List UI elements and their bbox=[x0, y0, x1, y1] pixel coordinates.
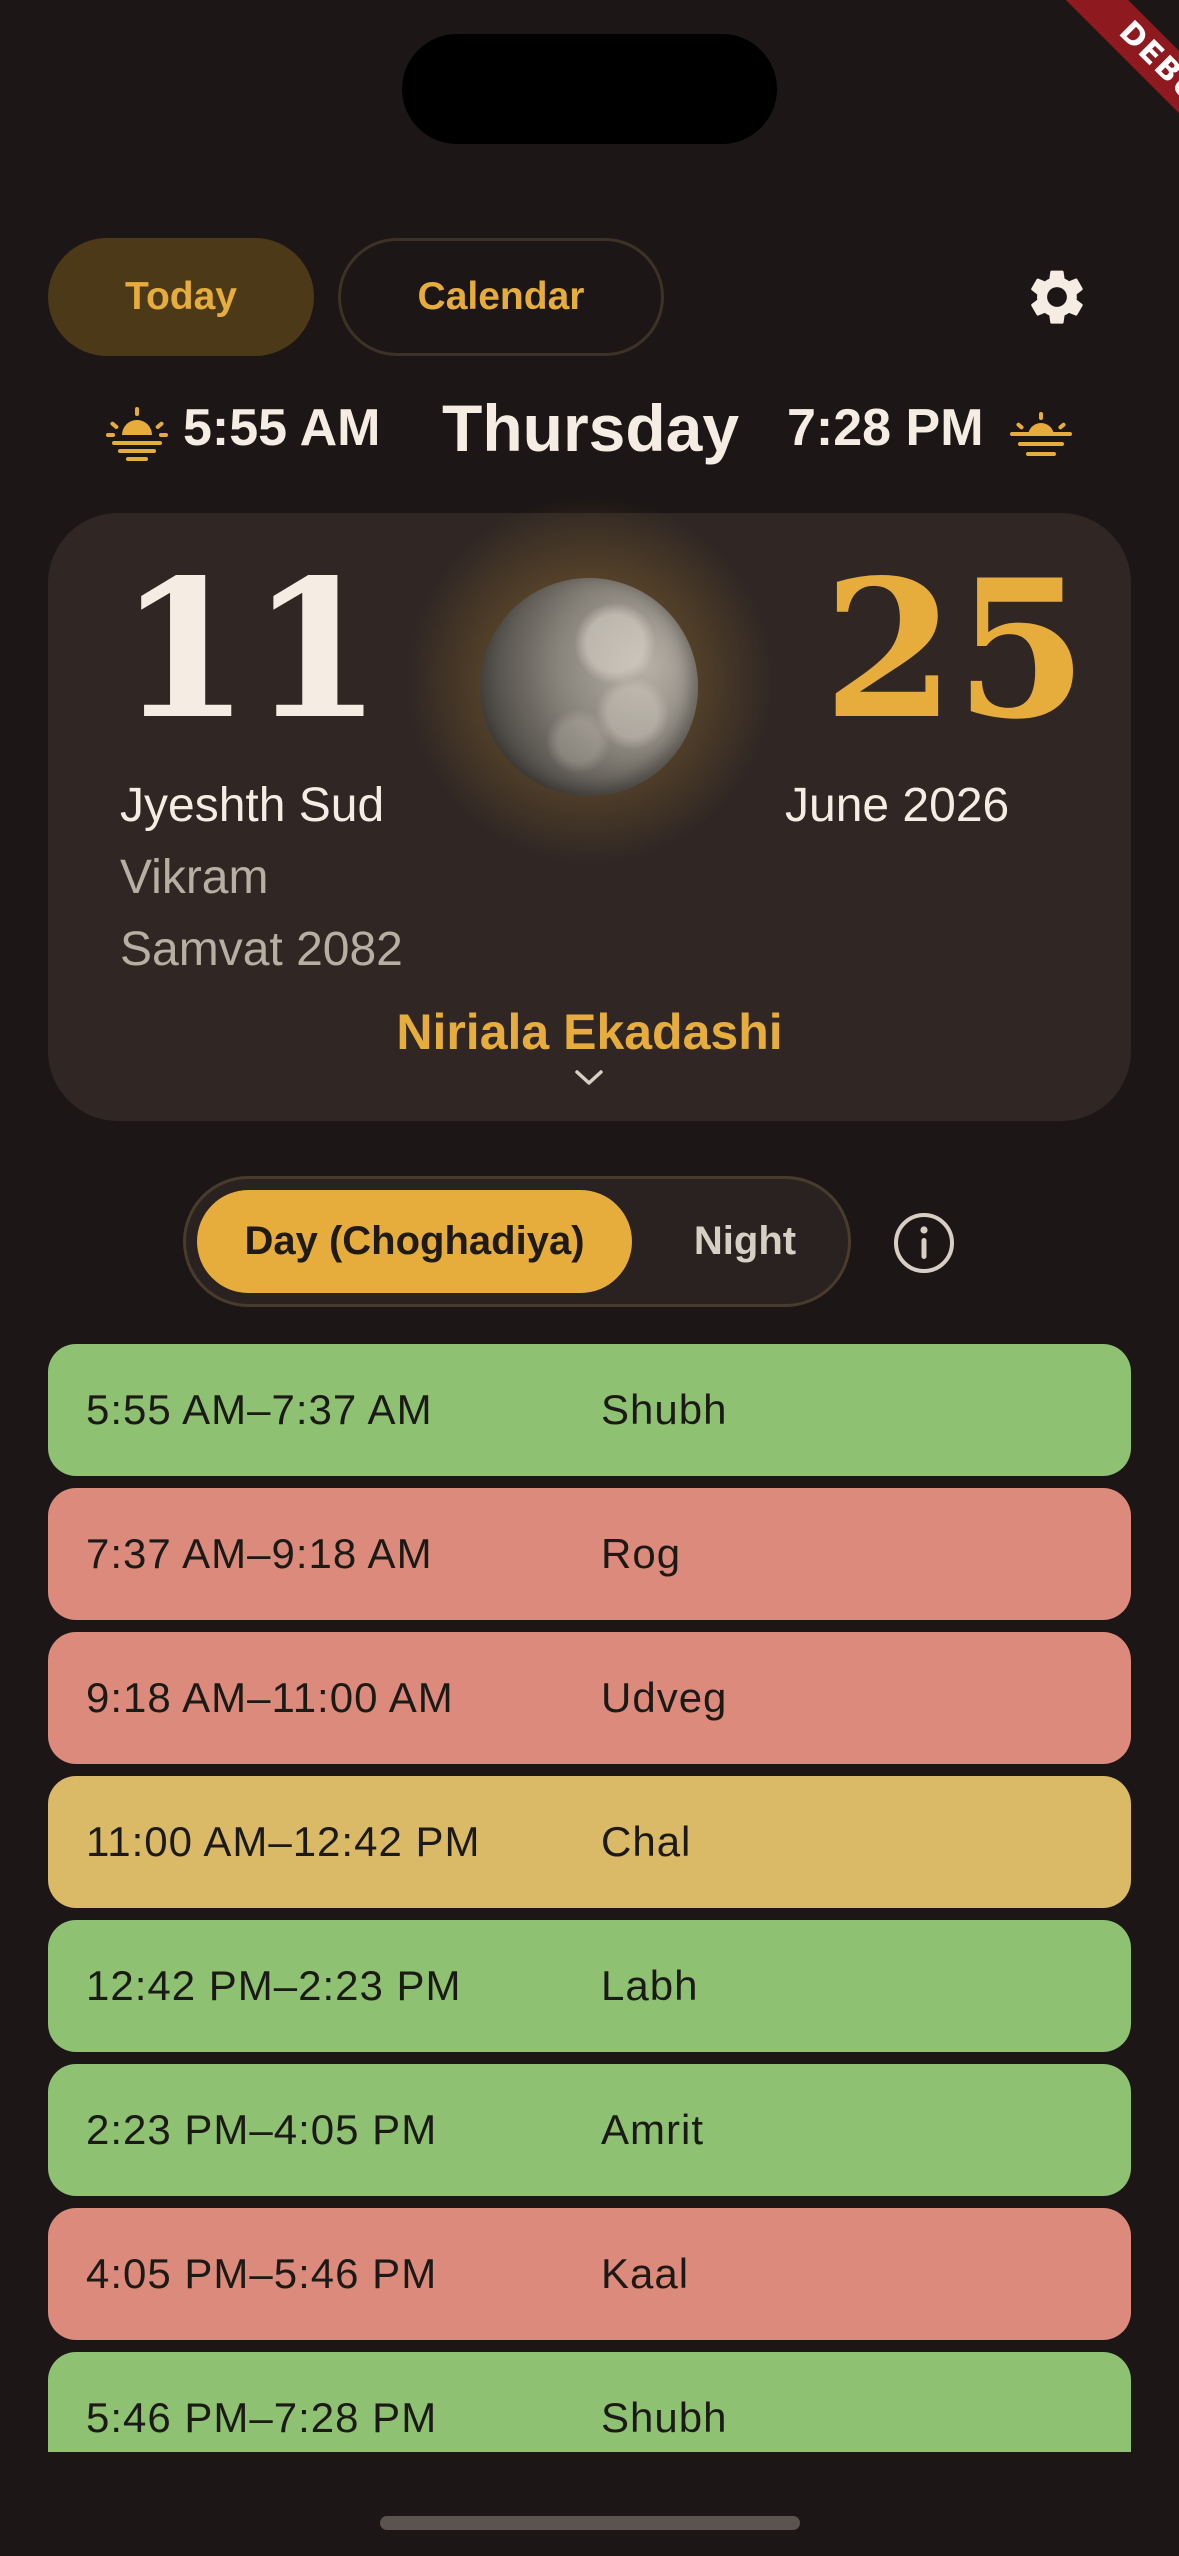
info-icon[interactable] bbox=[892, 1211, 956, 1275]
moon-phase-image bbox=[480, 578, 698, 796]
tithi-number: 11 bbox=[118, 538, 383, 761]
dynamic-island bbox=[402, 34, 777, 144]
lunar-era-line1: Vikram bbox=[120, 851, 269, 904]
row-name: Amrit bbox=[601, 2106, 704, 2153]
row-name: Shubh bbox=[601, 2394, 728, 2441]
debug-banner: DEBUG bbox=[999, 0, 1179, 180]
gregorian-day: 25 bbox=[823, 538, 1088, 761]
chevron-down-icon[interactable] bbox=[574, 1068, 604, 1088]
row-time: 2:23 PM–4:05 PM bbox=[86, 2106, 438, 2153]
weekday-title: Thursday bbox=[442, 391, 740, 465]
sunrise-icon bbox=[106, 405, 168, 461]
choghadiya-row[interactable]: 7:37 AM–9:18 AM Rog bbox=[48, 1488, 1131, 1620]
row-time: 7:37 AM–9:18 AM bbox=[86, 1530, 433, 1577]
row-time: 9:18 AM–11:00 AM bbox=[86, 1674, 454, 1721]
toggle-day-label: Day (Choghadiya) bbox=[244, 1219, 585, 1263]
toggle-night-button[interactable]: Night bbox=[650, 1190, 840, 1293]
choghadiya-row[interactable]: 4:05 PM–5:46 PM Kaal bbox=[48, 2208, 1131, 2340]
tab-calendar-label: Calendar bbox=[417, 275, 585, 318]
sunset-time: 7:28 PM bbox=[787, 399, 984, 457]
choghadiya-row[interactable]: 5:46 PM–7:28 PM Shubh bbox=[48, 2352, 1131, 2452]
debug-banner-label: DEBUG bbox=[1047, 0, 1179, 180]
row-name: Labh bbox=[601, 1962, 699, 2009]
tab-today-label: Today bbox=[125, 275, 237, 318]
choghadiya-row[interactable]: 11:00 AM–12:42 PM Chal bbox=[48, 1776, 1131, 1908]
row-time: 4:05 PM–5:46 PM bbox=[86, 2250, 438, 2297]
sunset-icon bbox=[1010, 410, 1072, 466]
row-time: 5:55 AM–7:37 AM bbox=[86, 1386, 433, 1433]
row-name: Chal bbox=[601, 1818, 692, 1865]
row-name: Shubh bbox=[601, 1386, 728, 1433]
choghadiya-row[interactable]: 2:23 PM–4:05 PM Amrit bbox=[48, 2064, 1131, 2196]
lunar-era-line2: Samvat 2082 bbox=[120, 923, 403, 976]
toggle-night-label: Night bbox=[693, 1219, 797, 1263]
choghadiya-row[interactable]: 12:42 PM–2:23 PM Labh bbox=[48, 1920, 1131, 2052]
row-time: 12:42 PM–2:23 PM bbox=[86, 1962, 462, 2009]
home-indicator bbox=[380, 2516, 800, 2530]
gregorian-month-year: June 2026 bbox=[785, 779, 1010, 832]
choghadiya-row[interactable]: 9:18 AM–11:00 AM Udveg bbox=[48, 1632, 1131, 1764]
row-name: Udveg bbox=[601, 1674, 728, 1721]
lunar-month: Jyeshth Sud bbox=[120, 779, 385, 832]
tab-today[interactable]: Today bbox=[48, 238, 314, 356]
festival-name[interactable]: Niriala Ekadashi bbox=[48, 1003, 1131, 1061]
row-time: 5:46 PM–7:28 PM bbox=[86, 2394, 438, 2441]
row-name: Rog bbox=[601, 1530, 682, 1577]
sunrise-time: 5:55 AM bbox=[183, 399, 381, 457]
row-name: Kaal bbox=[601, 2250, 690, 2297]
gear-icon[interactable] bbox=[1024, 264, 1090, 330]
tab-calendar[interactable]: Calendar bbox=[338, 238, 664, 356]
choghadiya-list[interactable]: 5:55 AM–7:37 AM Shubh 7:37 AM–9:18 AM Ro… bbox=[48, 1344, 1131, 2452]
choghadiya-row[interactable]: 5:55 AM–7:37 AM Shubh bbox=[48, 1344, 1131, 1476]
toggle-day-button[interactable]: Day (Choghadiya) bbox=[197, 1190, 632, 1293]
row-time: 11:00 AM–12:42 PM bbox=[86, 1818, 481, 1865]
